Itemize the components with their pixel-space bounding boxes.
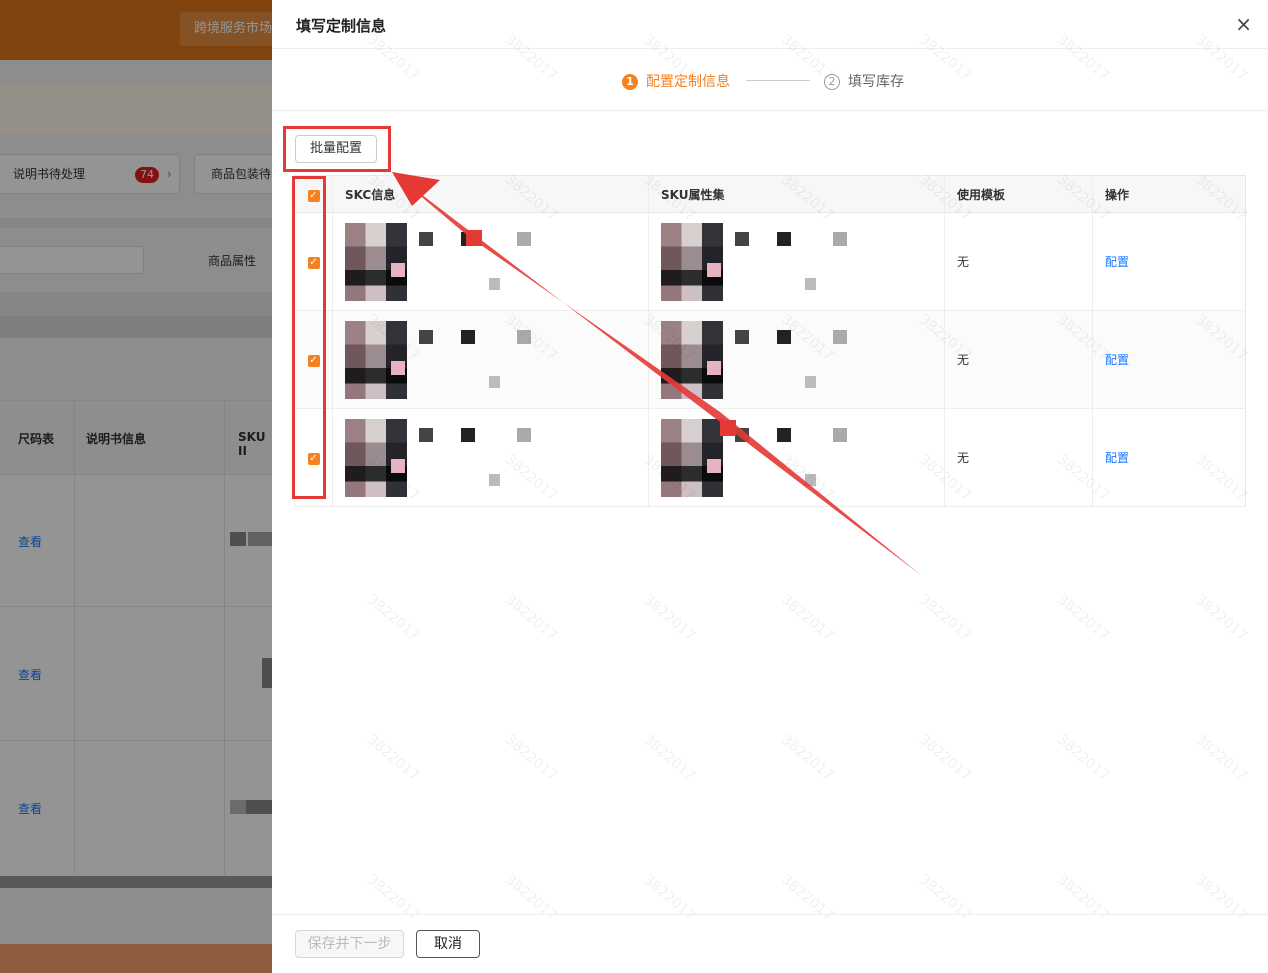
customization-drawer: 填写定制信息 × 1 配置定制信息 2 填写库存 批量配置 ✓ SKC信息 SKU属… [272,0,1268,973]
watermark-text: 3822017 [364,591,423,645]
sku-info-redacted [735,329,875,390]
table-row: ✓ 无 配置 [294,310,1246,409]
watermark-text: 3822017 [364,871,423,925]
watermark-text: 3822017 [1054,591,1113,645]
watermark-text: 3822017 [502,591,561,645]
template-value: 无 [944,310,1093,409]
step-configure: 1 配置定制信息 [622,71,730,91]
configure-link[interactable]: 配置 [1105,353,1129,367]
table-header-row: ✓ SKC信息 SKU属性集 使用模板 操作 [294,175,1246,213]
template-value: 无 [944,212,1093,311]
watermark-text: 3822017 [1054,871,1113,925]
watermark-text: 3822017 [1054,731,1113,785]
select-all-checkbox[interactable]: ✓ [307,189,320,202]
watermark-text: 3822017 [1192,591,1251,645]
sku-image [661,418,723,497]
skc-image [345,320,407,399]
row-checkbox[interactable]: ✓ [307,355,320,367]
watermark-text: 3822017 [916,731,975,785]
watermark-text: 3822017 [778,871,837,925]
step-1-label: 配置定制信息 [646,74,730,90]
configure-link[interactable]: 配置 [1105,451,1129,465]
watermark-text: 3822017 [1192,871,1251,925]
step-2-number: 2 [824,74,840,90]
step-2-label: 填写库存 [848,74,904,90]
drawer-header: 填写定制信息 × [272,0,1268,49]
watermark-text: 3822017 [778,591,837,645]
watermark-text: 3822017 [640,871,699,925]
close-icon[interactable]: × [1235,12,1252,36]
watermark-text: 3822017 [778,731,837,785]
watermark-text: 3822017 [502,731,561,785]
step-connector [746,80,810,81]
divider [272,110,1268,111]
watermark-text: 3822017 [1192,731,1251,785]
watermark-text: 3822017 [640,731,699,785]
row-checkbox[interactable]: ✓ [307,453,320,465]
template-header: 使用模板 [944,175,1093,213]
watermark-text: 3822017 [916,591,975,645]
step-1-number: 1 [622,74,638,90]
cancel-button[interactable]: 取消 [416,930,480,958]
action-header: 操作 [1092,175,1246,213]
skc-info-redacted [419,231,559,292]
table-row: ✓ 无 配置 [294,212,1246,311]
sku-info-redacted [735,231,875,292]
batch-config-button[interactable]: 批量配置 [295,135,377,163]
skc-info-header: SKC信息 [332,175,649,213]
watermark-text: 3822017 [502,871,561,925]
skc-info-redacted [419,427,559,488]
sku-info-redacted [735,427,875,488]
footer-divider [272,914,1268,915]
sku-image [661,320,723,399]
skc-image [345,418,407,497]
skc-image [345,222,407,301]
step-inventory: 2 填写库存 [824,71,904,91]
steps-bar: 1 配置定制信息 2 填写库存 [272,68,1268,94]
table-row: ✓ 无 配置 [294,408,1246,507]
watermark-text: 3822017 [364,731,423,785]
save-next-button[interactable]: 保存并下一步 [295,930,404,958]
skc-info-redacted [419,329,559,390]
template-value: 无 [944,408,1093,507]
row-checkbox[interactable]: ✓ [307,257,320,269]
configure-link[interactable]: 配置 [1105,255,1129,269]
skc-table: ✓ SKC信息 SKU属性集 使用模板 操作 ✓ 无 配置 ✓ 无 配置 ✓ 无… [294,175,1246,507]
sku-image [661,222,723,301]
overlay-mask[interactable] [0,0,272,973]
watermark-text: 3822017 [916,871,975,925]
sku-attr-header: SKU属性集 [648,175,945,213]
watermark-text: 3822017 [640,591,699,645]
drawer-title: 填写定制信息 [296,17,387,35]
